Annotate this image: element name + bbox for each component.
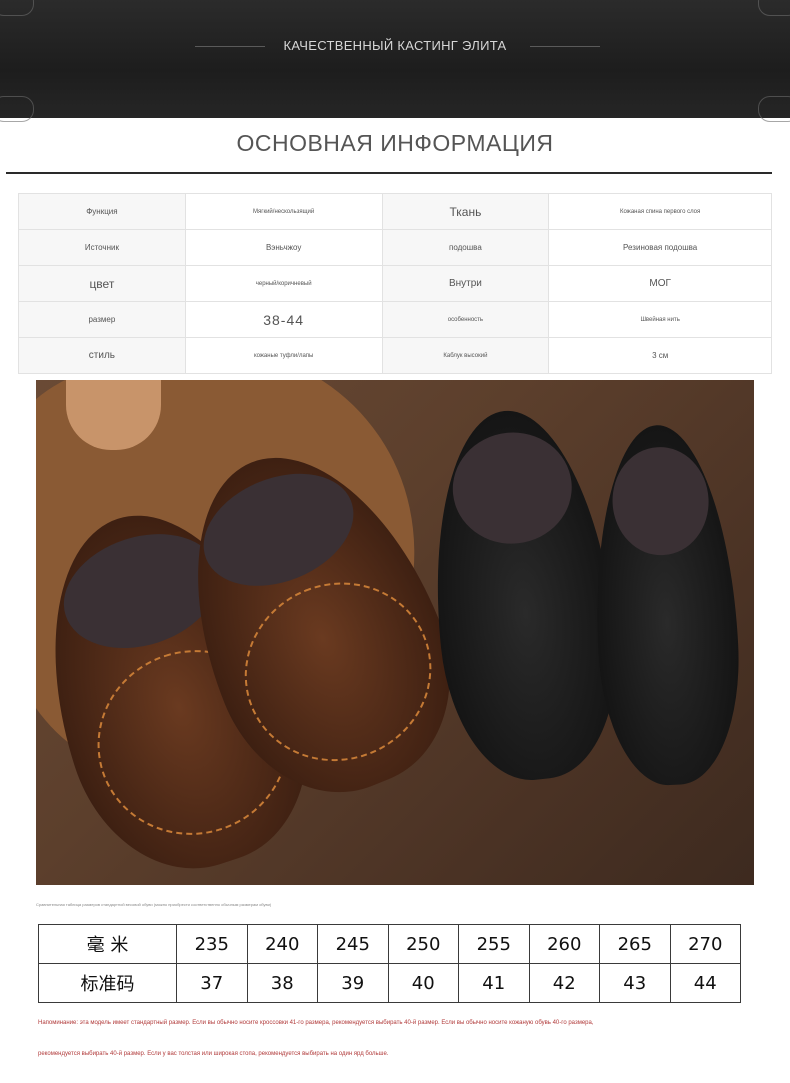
shoe-opening [447,426,578,550]
section-title: ОСНОВНАЯ ИНФОРМАЦИЯ [236,130,554,156]
product-photo [36,380,754,885]
size-cell: 39 [317,963,389,1003]
info-key: Функция [18,193,186,230]
info-value: 38-44 [184,301,383,338]
info-key: Внутри [381,265,550,302]
info-row: Функция Мягкий/нескользящий Ткань Кожана… [18,193,772,230]
info-value: МОГ [548,265,772,302]
size-cell: 265 [599,924,671,964]
size-table: 毫 米 235 240 245 250 255 260 265 270 标准码 … [38,924,741,1003]
size-cell: 43 [599,963,671,1003]
size-cell: 235 [176,924,248,964]
size-row-mm: 毫 米 235 240 245 250 255 260 265 270 [38,924,741,964]
info-value: 3 см [548,337,772,374]
size-row-label: 标准码 [38,963,177,1003]
info-key: Каблук высокий [381,337,550,374]
size-cell: 44 [669,963,741,1003]
product-info-table: Функция Мягкий/нескользящий Ткань Кожана… [18,193,772,374]
info-value: Вэньчжоу [184,229,383,266]
info-key: Источник [18,229,186,266]
info-key: особенность [381,301,550,338]
info-key: Ткань [381,193,550,230]
size-row-standard: 标准码 37 38 39 40 41 42 43 44 [38,963,741,1003]
info-value: кожаные туфли/лапы [184,337,383,374]
size-chart-caption: Сравнительная таблица размеров стандартн… [36,902,272,907]
corner-ornament [758,96,790,122]
size-cell: 37 [176,963,248,1003]
header-banner: КАЧЕСТВЕННЫЙ КАСТИНГ ЭЛИТА [0,0,790,122]
info-key: подошва [381,229,550,266]
size-row-label: 毫 米 [38,924,177,964]
size-cell: 270 [669,924,741,964]
info-key: стиль [18,337,186,374]
size-note: рекомендуется выбирать 40-й размер. Если… [38,1051,389,1057]
banner-divider [530,46,600,47]
info-row: размер 38-44 особенность Швейная нить [18,301,772,338]
corner-ornament [758,0,790,16]
size-cell: 245 [317,924,389,964]
info-row: цвет черный/коричневый Внутри МОГ [18,265,772,302]
info-value: Мягкий/нескользящий [184,193,383,230]
shoe-opening [610,444,711,558]
corner-ornament [0,0,34,16]
size-cell: 240 [246,924,318,964]
info-value: Резиновая подошва [548,229,772,266]
info-row: Источник Вэньчжоу подошва Резиновая подо… [18,229,772,266]
info-value: Кожаная спина первого слоя [548,193,772,230]
info-key: размер [18,301,186,338]
size-note: Напоминание: эта модель имеет стандартны… [38,1020,594,1026]
size-cell: 42 [528,963,600,1003]
info-row: стиль кожаные туфли/лапы Каблук высокий … [18,337,772,374]
black-shoe-right [586,421,746,789]
size-cell: 250 [387,924,459,964]
size-cell: 255 [458,924,530,964]
size-cell: 41 [458,963,530,1003]
info-value: черный/коричневый [184,265,383,302]
corner-ornament [0,96,34,122]
banner-title: КАЧЕСТВЕННЫЙ КАСТИНГ ЭЛИТА [283,38,507,53]
size-cell: 40 [387,963,459,1003]
section-divider [6,172,772,174]
info-value: Швейная нить [548,301,772,338]
size-cell: 260 [528,924,600,964]
size-cell: 38 [246,963,318,1003]
info-key: цвет [18,265,186,302]
